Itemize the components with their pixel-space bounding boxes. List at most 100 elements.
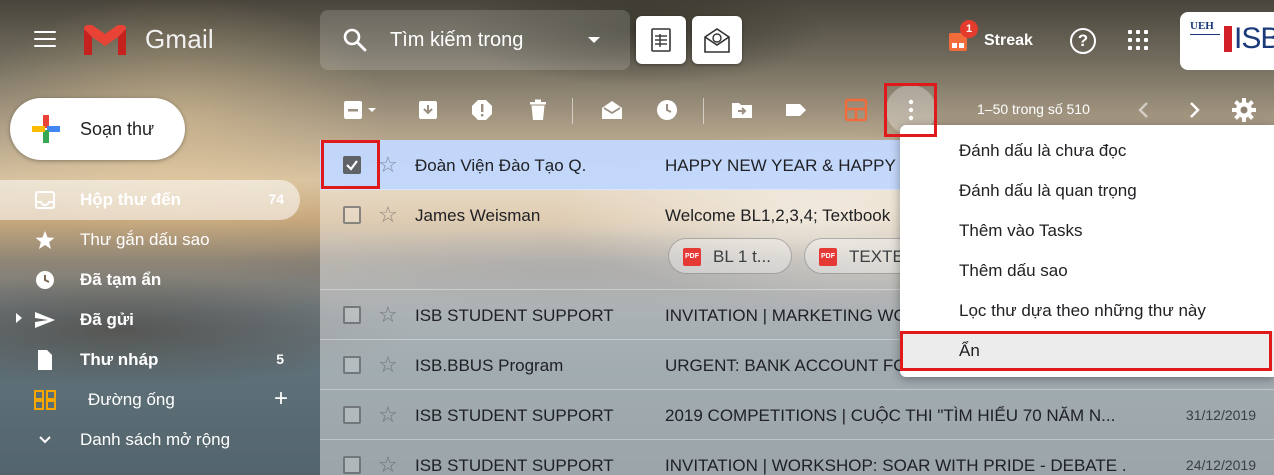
top-header: Gmail Tìm kiếm trong 1 Streak ? UEH ISB bbox=[0, 0, 1274, 82]
draft-icon bbox=[38, 350, 52, 370]
star-icon bbox=[35, 231, 55, 249]
email-sender: ISB STUDENT SUPPORT bbox=[415, 456, 614, 475]
star-toggle-icon[interactable]: ☆ bbox=[378, 202, 398, 228]
org-logo-isb-text: ISB bbox=[1234, 22, 1274, 55]
row-checkbox[interactable] bbox=[343, 456, 361, 474]
menu-item-add-to-tasks[interactable]: Thêm vào Tasks bbox=[900, 211, 1274, 251]
archive-icon[interactable] bbox=[416, 98, 440, 122]
gmail-brand-text: Gmail bbox=[145, 24, 214, 54]
star-toggle-icon[interactable]: ☆ bbox=[378, 302, 398, 328]
sidebar-item-label: Đã gửi bbox=[80, 310, 134, 329]
compose-label: Soạn thư bbox=[80, 119, 155, 139]
email-sender: Đoàn Viện Đào Tạo Q. bbox=[415, 156, 587, 175]
mark-read-icon[interactable] bbox=[600, 98, 624, 122]
sidebar-item-label: Đường ống bbox=[88, 390, 175, 409]
streak-box-icon[interactable] bbox=[844, 98, 868, 122]
streak-button[interactable]: 1 Streak bbox=[946, 20, 1036, 58]
main-menu-icon[interactable] bbox=[34, 31, 56, 49]
mail-extension-button[interactable] bbox=[692, 16, 742, 64]
row-checkbox[interactable] bbox=[343, 306, 361, 324]
email-sender: ISB STUDENT SUPPORT bbox=[415, 406, 614, 425]
sidebar-item-label: Danh sách mở rộng bbox=[80, 430, 231, 449]
org-logo-ueh-text: UEH bbox=[1190, 20, 1214, 32]
star-toggle-icon[interactable]: ☆ bbox=[378, 152, 398, 178]
sidebar-item-inbox[interactable]: Hộp thư đến 74 bbox=[0, 180, 300, 220]
sidebar-item-starred[interactable]: Thư gắn dấu sao bbox=[0, 220, 300, 260]
email-sender: James Weisman bbox=[415, 206, 541, 225]
sidebar-item-pipelines[interactable]: Đường ống + bbox=[0, 380, 300, 420]
search-input[interactable]: Tìm kiếm trong bbox=[390, 29, 524, 52]
pdf-icon: PDF bbox=[819, 248, 837, 266]
snooze-icon[interactable] bbox=[655, 98, 679, 122]
row-checkbox[interactable] bbox=[343, 406, 361, 424]
sidebar-item-snoozed[interactable]: Đã tạm ẩn bbox=[0, 260, 300, 300]
sidebar-nav: Hộp thư đến 74 Thư gắn dấu sao Đã tạm ẩn… bbox=[0, 180, 300, 460]
expand-icon bbox=[39, 436, 51, 444]
compose-button[interactable]: Soạn thư bbox=[10, 98, 185, 160]
email-date: 24/12/2019 bbox=[1185, 457, 1256, 473]
star-toggle-icon[interactable]: ☆ bbox=[378, 402, 398, 428]
search-options-caret-icon[interactable] bbox=[588, 37, 600, 43]
star-toggle-icon[interactable]: ☆ bbox=[378, 452, 398, 475]
clock-icon bbox=[36, 271, 54, 289]
menu-item-add-star[interactable]: Thêm dấu sao bbox=[900, 251, 1274, 291]
sidebar-item-label: Đã tạm ẩn bbox=[80, 270, 162, 289]
email-subject: INVITATION | WORKSHOP: SOAR WITH PRIDE -… bbox=[665, 456, 1125, 475]
email-subject: 2019 COMPETITIONS | CUỘC THI "TÌM HIỂU 7… bbox=[665, 406, 1116, 425]
mail-at-icon bbox=[704, 28, 730, 53]
org-logo-mark bbox=[1224, 26, 1232, 52]
apps-grid-icon[interactable] bbox=[1128, 30, 1148, 50]
unread-count: 74 bbox=[268, 191, 284, 207]
org-logo-divider bbox=[1190, 34, 1220, 46]
menu-item-filter-messages[interactable]: Lọc thư dựa theo những thư này bbox=[900, 291, 1274, 331]
row-checkbox[interactable] bbox=[343, 206, 361, 224]
streak-label: Streak bbox=[984, 32, 1033, 49]
highlight-box-checkbox bbox=[321, 140, 380, 189]
highlight-box-more-button bbox=[884, 83, 937, 137]
table-row[interactable]: ☆ ISB STUDENT SUPPORT INVITATION | WORKS… bbox=[320, 440, 1274, 475]
next-page-icon[interactable] bbox=[1182, 98, 1206, 122]
sidebar-item-drafts[interactable]: Thư nháp 5 bbox=[0, 340, 300, 380]
prev-page-icon[interactable] bbox=[1132, 98, 1156, 122]
report-spam-icon[interactable] bbox=[470, 98, 494, 122]
compose-plus-icon bbox=[32, 115, 60, 143]
settings-gear-icon[interactable] bbox=[1232, 98, 1256, 122]
email-sender: ISB STUDENT SUPPORT bbox=[415, 306, 614, 325]
spreadsheet-icon bbox=[651, 28, 671, 52]
highlight-box-mute-item bbox=[900, 331, 1272, 371]
send-icon bbox=[35, 312, 55, 328]
attachment-name: BL 1 t... bbox=[713, 247, 771, 266]
gmail-logo-icon[interactable] bbox=[82, 23, 128, 57]
delete-icon[interactable] bbox=[526, 98, 550, 122]
pagination-text: 1–50 trong số 510 bbox=[977, 101, 1090, 117]
select-all-checkbox-icon[interactable] bbox=[342, 98, 380, 122]
search-bar[interactable]: Tìm kiếm trong bbox=[320, 10, 630, 70]
expand-arrow-icon[interactable] bbox=[16, 313, 22, 323]
label-icon[interactable] bbox=[784, 98, 808, 122]
streak-notification-badge: 1 bbox=[960, 20, 978, 38]
email-date: 31/12/2019 bbox=[1185, 407, 1256, 423]
toolbar-divider bbox=[572, 98, 573, 124]
pdf-icon: PDF bbox=[683, 248, 701, 266]
attachment-name: TEXTB bbox=[849, 247, 904, 266]
add-pipeline-icon[interactable]: + bbox=[274, 385, 288, 413]
account-org-logo[interactable]: UEH ISB bbox=[1180, 12, 1274, 70]
email-sender: ISB.BBUS Program bbox=[415, 356, 564, 375]
toolbar-divider bbox=[703, 98, 704, 124]
move-to-icon[interactable] bbox=[730, 98, 754, 122]
star-toggle-icon[interactable]: ☆ bbox=[378, 352, 398, 378]
row-checkbox[interactable] bbox=[343, 356, 361, 374]
inbox-icon bbox=[35, 191, 55, 209]
sidebar-item-sent[interactable]: Đã gửi bbox=[0, 300, 300, 340]
menu-item-mark-important[interactable]: Đánh dấu là quan trọng bbox=[900, 171, 1274, 211]
sidebar-item-more[interactable]: Danh sách mở rộng bbox=[0, 420, 300, 460]
pipeline-icon bbox=[34, 390, 56, 410]
search-icon[interactable] bbox=[342, 27, 368, 53]
help-icon[interactable]: ? bbox=[1070, 28, 1096, 54]
sidebar-item-label: Thư nháp bbox=[80, 350, 159, 369]
table-row[interactable]: ☆ ISB STUDENT SUPPORT 2019 COMPETITIONS … bbox=[320, 390, 1274, 440]
sheets-extension-button[interactable] bbox=[636, 16, 686, 64]
attachment-chip[interactable]: PDF BL 1 t... bbox=[668, 238, 792, 274]
sidebar-item-label: Hộp thư đến bbox=[80, 190, 182, 209]
menu-item-mark-unread[interactable]: Đánh dấu là chưa đọc bbox=[900, 131, 1274, 171]
